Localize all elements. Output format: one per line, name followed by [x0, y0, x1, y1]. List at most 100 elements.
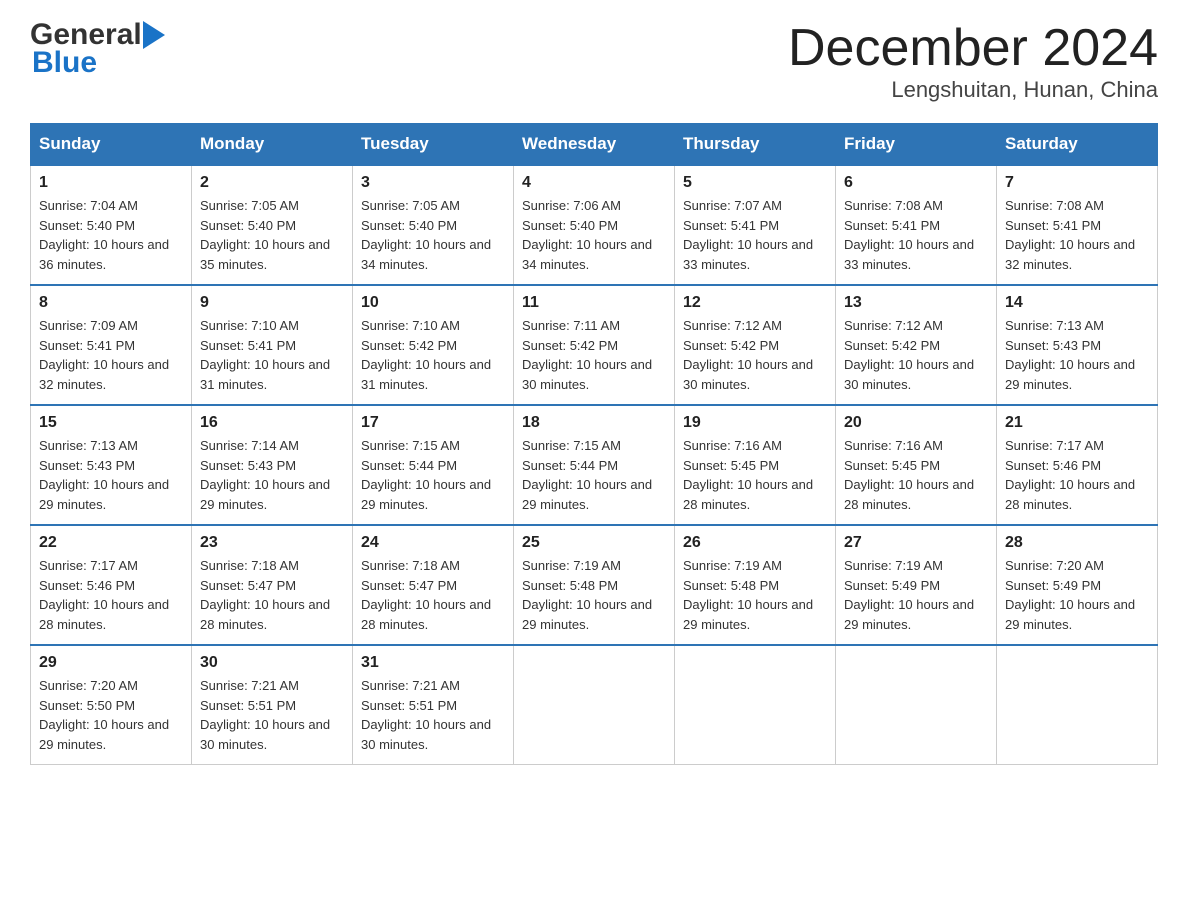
col-friday: Friday: [836, 124, 997, 166]
day-number: 25: [522, 534, 666, 552]
day-number: 27: [844, 534, 988, 552]
calendar-table: Sunday Monday Tuesday Wednesday Thursday…: [30, 123, 1158, 765]
table-row: 27 Sunrise: 7:19 AMSunset: 5:49 PMDayligh…: [836, 525, 997, 645]
day-info: Sunrise: 7:17 AMSunset: 5:46 PMDaylight:…: [39, 556, 183, 634]
calendar-week-5: 29 Sunrise: 7:20 AMSunset: 5:50 PMDayligh…: [31, 645, 1158, 765]
month-title: December 2024: [788, 20, 1158, 77]
table-row: 2 Sunrise: 7:05 AMSunset: 5:40 PMDaylight…: [192, 165, 353, 285]
page-header: General Blue December 2024 Lengshuitan, …: [30, 20, 1158, 103]
day-number: 24: [361, 534, 505, 552]
col-wednesday: Wednesday: [514, 124, 675, 166]
day-info: Sunrise: 7:05 AMSunset: 5:40 PMDaylight:…: [200, 196, 344, 274]
table-row: 13 Sunrise: 7:12 AMSunset: 5:42 PMDayligh…: [836, 285, 997, 405]
table-row: 12Sunrise: 7:12 AMSunset: 5:42 PMDayligh…: [675, 285, 836, 405]
day-info: Sunrise: 7:08 AMSunset: 5:41 PMDaylight:…: [1005, 196, 1149, 274]
day-number: 26: [683, 534, 827, 552]
day-number: 13: [844, 294, 988, 312]
day-number: 21: [1005, 414, 1149, 432]
day-number: 9: [200, 294, 344, 312]
day-info: Sunrise: 7:07 AMSunset: 5:41 PMDaylight:…: [683, 196, 827, 274]
day-info: Sunrise: 7:18 AMSunset: 5:47 PMDaylight:…: [200, 556, 344, 634]
table-row: 14 Sunrise: 7:13 AMSunset: 5:43 PMDayligh…: [997, 285, 1158, 405]
day-info: Sunrise: 7:04 AMSunset: 5:40 PMDaylight:…: [39, 196, 183, 274]
table-row: [514, 645, 675, 765]
day-number: 18: [522, 414, 666, 432]
col-saturday: Saturday: [997, 124, 1158, 166]
day-number: 16: [200, 414, 344, 432]
calendar-header-row: Sunday Monday Tuesday Wednesday Thursday…: [31, 124, 1158, 166]
table-row: 21Sunrise: 7:17 AMSunset: 5:46 PMDayligh…: [997, 405, 1158, 525]
col-thursday: Thursday: [675, 124, 836, 166]
logo-triangle-icon: [143, 21, 165, 49]
day-info: Sunrise: 7:21 AMSunset: 5:51 PMDaylight:…: [361, 676, 505, 754]
table-row: 22 Sunrise: 7:17 AMSunset: 5:46 PMDayligh…: [31, 525, 192, 645]
day-info: Sunrise: 7:06 AMSunset: 5:40 PMDaylight:…: [522, 196, 666, 274]
table-row: 26 Sunrise: 7:19 AMSunset: 5:48 PMDayligh…: [675, 525, 836, 645]
day-number: 20: [844, 414, 988, 432]
day-info: Sunrise: 7:10 AMSunset: 5:42 PMDaylight:…: [361, 316, 505, 394]
day-number: 28: [1005, 534, 1149, 552]
table-row: 8 Sunrise: 7:09 AMSunset: 5:41 PMDaylight…: [31, 285, 192, 405]
table-row: 24 Sunrise: 7:18 AMSunset: 5:47 PMDayligh…: [353, 525, 514, 645]
table-row: 29 Sunrise: 7:20 AMSunset: 5:50 PMDayligh…: [31, 645, 192, 765]
table-row: 17Sunrise: 7:15 AMSunset: 5:44 PMDayligh…: [353, 405, 514, 525]
day-number: 5: [683, 174, 827, 192]
day-info: Sunrise: 7:14 AMSunset: 5:43 PMDaylight:…: [200, 436, 344, 514]
day-number: 2: [200, 174, 344, 192]
table-row: 4 Sunrise: 7:06 AMSunset: 5:40 PMDaylight…: [514, 165, 675, 285]
table-row: 15Sunrise: 7:13 AMSunset: 5:43 PMDayligh…: [31, 405, 192, 525]
day-number: 7: [1005, 174, 1149, 192]
day-info: Sunrise: 7:10 AMSunset: 5:41 PMDaylight:…: [200, 316, 344, 394]
table-row: 1 Sunrise: 7:04 AMSunset: 5:40 PMDaylight…: [31, 165, 192, 285]
calendar-week-3: 15Sunrise: 7:13 AMSunset: 5:43 PMDayligh…: [31, 405, 1158, 525]
table-row: 5 Sunrise: 7:07 AMSunset: 5:41 PMDaylight…: [675, 165, 836, 285]
calendar-week-2: 8 Sunrise: 7:09 AMSunset: 5:41 PMDaylight…: [31, 285, 1158, 405]
day-info: Sunrise: 7:21 AMSunset: 5:51 PMDaylight:…: [200, 676, 344, 754]
table-row: 10 Sunrise: 7:10 AMSunset: 5:42 PMDayligh…: [353, 285, 514, 405]
col-sunday: Sunday: [31, 124, 192, 166]
day-number: 14: [1005, 294, 1149, 312]
table-row: 6 Sunrise: 7:08 AMSunset: 5:41 PMDaylight…: [836, 165, 997, 285]
col-monday: Monday: [192, 124, 353, 166]
day-info: Sunrise: 7:20 AMSunset: 5:50 PMDaylight:…: [39, 676, 183, 754]
table-row: 7 Sunrise: 7:08 AMSunset: 5:41 PMDaylight…: [997, 165, 1158, 285]
day-number: 23: [200, 534, 344, 552]
day-info: Sunrise: 7:18 AMSunset: 5:47 PMDaylight:…: [361, 556, 505, 634]
table-row: 23 Sunrise: 7:18 AMSunset: 5:47 PMDayligh…: [192, 525, 353, 645]
table-row: 11Sunrise: 7:11 AMSunset: 5:42 PMDayligh…: [514, 285, 675, 405]
day-info: Sunrise: 7:15 AMSunset: 5:44 PMDaylight:…: [522, 436, 666, 514]
table-row: [997, 645, 1158, 765]
day-info: Sunrise: 7:05 AMSunset: 5:40 PMDaylight:…: [361, 196, 505, 274]
day-info: Sunrise: 7:08 AMSunset: 5:41 PMDaylight:…: [844, 196, 988, 274]
day-info: Sunrise: 7:19 AMSunset: 5:49 PMDaylight:…: [844, 556, 988, 634]
day-number: 8: [39, 294, 183, 312]
table-row: 25Sunrise: 7:19 AMSunset: 5:48 PMDayligh…: [514, 525, 675, 645]
table-row: [675, 645, 836, 765]
day-info: Sunrise: 7:20 AMSunset: 5:49 PMDaylight:…: [1005, 556, 1149, 634]
day-number: 6: [844, 174, 988, 192]
day-info: Sunrise: 7:12 AMSunset: 5:42 PMDaylight:…: [683, 316, 827, 394]
table-row: 30 Sunrise: 7:21 AMSunset: 5:51 PMDayligh…: [192, 645, 353, 765]
day-info: Sunrise: 7:12 AMSunset: 5:42 PMDaylight:…: [844, 316, 988, 394]
day-info: Sunrise: 7:15 AMSunset: 5:44 PMDaylight:…: [361, 436, 505, 514]
table-row: 16 Sunrise: 7:14 AMSunset: 5:43 PMDayligh…: [192, 405, 353, 525]
day-info: Sunrise: 7:13 AMSunset: 5:43 PMDaylight:…: [39, 436, 183, 514]
table-row: [836, 645, 997, 765]
day-number: 3: [361, 174, 505, 192]
day-number: 4: [522, 174, 666, 192]
day-info: Sunrise: 7:09 AMSunset: 5:41 PMDaylight:…: [39, 316, 183, 394]
logo-blue: Blue: [32, 46, 97, 80]
day-info: Sunrise: 7:13 AMSunset: 5:43 PMDaylight:…: [1005, 316, 1149, 394]
day-info: Sunrise: 7:19 AMSunset: 5:48 PMDaylight:…: [683, 556, 827, 634]
day-info: Sunrise: 7:16 AMSunset: 5:45 PMDaylight:…: [844, 436, 988, 514]
table-row: 19Sunrise: 7:16 AMSunset: 5:45 PMDayligh…: [675, 405, 836, 525]
day-number: 1: [39, 174, 183, 192]
day-number: 29: [39, 654, 183, 672]
day-number: 30: [200, 654, 344, 672]
logo: General Blue: [30, 20, 165, 80]
day-number: 11: [522, 294, 666, 312]
day-number: 10: [361, 294, 505, 312]
table-row: 20 Sunrise: 7:16 AMSunset: 5:45 PMDayligh…: [836, 405, 997, 525]
day-number: 22: [39, 534, 183, 552]
table-row: 31Sunrise: 7:21 AMSunset: 5:51 PMDayligh…: [353, 645, 514, 765]
